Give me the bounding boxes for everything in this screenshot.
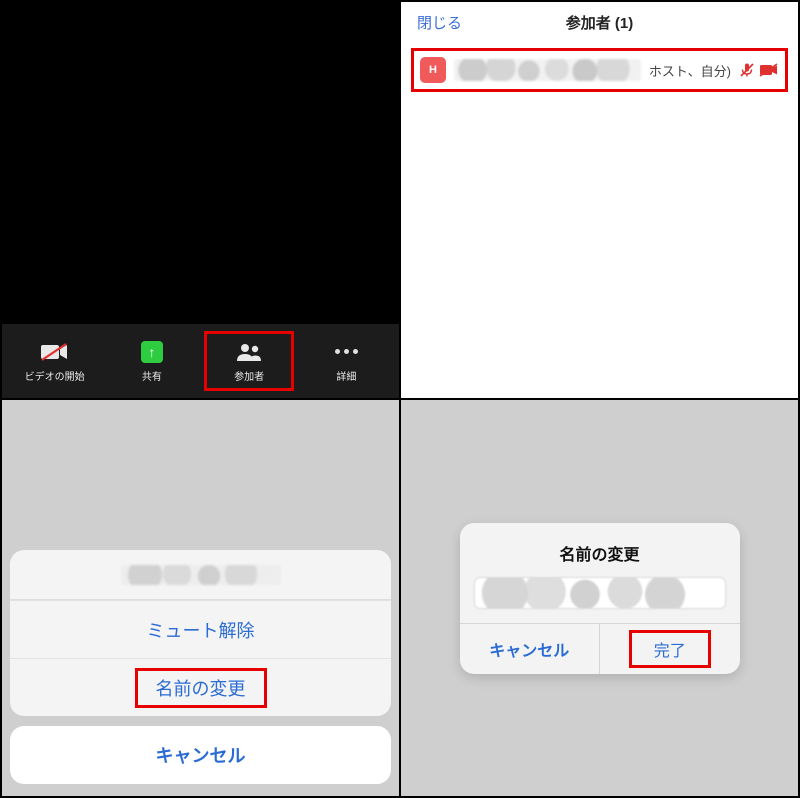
action-sheet-panel: ミュート解除 名前の変更 キャンセル bbox=[1, 399, 400, 797]
avatar: H bbox=[420, 57, 446, 83]
video-muted-icon bbox=[759, 63, 779, 77]
sheet-title-redacted bbox=[121, 565, 281, 585]
participant-row-highlight: H ホスト、自分) bbox=[411, 48, 788, 92]
cancel-label: キャンセル bbox=[156, 742, 246, 768]
action-sheet: ミュート解除 名前の変更 bbox=[10, 550, 391, 716]
mic-muted-icon bbox=[739, 62, 755, 78]
dialog-done-label: 完了 bbox=[629, 630, 711, 668]
rename-dialog: 名前の変更 キャンセル 完了 bbox=[460, 523, 740, 674]
share-icon: ↑ bbox=[141, 340, 163, 364]
rename-option[interactable]: 名前の変更 bbox=[10, 658, 391, 716]
participants-header: 閉じる 参加者 (1) bbox=[401, 2, 798, 42]
unmute-option[interactable]: ミュート解除 bbox=[10, 600, 391, 658]
share-button[interactable]: ↑ 共有 bbox=[107, 331, 197, 391]
more-button[interactable]: 詳細 bbox=[301, 331, 391, 391]
participant-row[interactable]: H ホスト、自分) bbox=[420, 57, 779, 83]
participant-role: ホスト、自分) bbox=[649, 61, 731, 80]
dialog-title: 名前の変更 bbox=[460, 523, 740, 577]
participants-title: 参加者 (1) bbox=[566, 12, 634, 33]
more-icon bbox=[335, 340, 358, 364]
participants-button[interactable]: 参加者 bbox=[204, 331, 294, 391]
start-video-label: ビデオの開始 bbox=[25, 368, 85, 383]
participants-icon bbox=[235, 340, 263, 364]
rename-label: 名前の変更 bbox=[135, 668, 267, 708]
video-off-icon bbox=[40, 340, 70, 364]
start-video-button[interactable]: ビデオの開始 bbox=[10, 331, 100, 391]
close-button[interactable]: 閉じる bbox=[417, 12, 462, 33]
unmute-label: ミュート解除 bbox=[147, 617, 255, 643]
participant-name-redacted bbox=[454, 59, 641, 81]
meeting-main-screen: ビデオの開始 ↑ 共有 参加者 bbox=[1, 1, 400, 399]
dialog-cancel-label: キャンセル bbox=[489, 637, 569, 661]
video-area bbox=[2, 2, 399, 324]
status-icons bbox=[739, 62, 779, 78]
bottom-toolbar: ビデオの開始 ↑ 共有 参加者 bbox=[2, 324, 399, 398]
dialog-done-button[interactable]: 完了 bbox=[599, 624, 740, 674]
more-label: 詳細 bbox=[336, 368, 356, 383]
participants-label: 参加者 bbox=[234, 368, 264, 383]
name-input[interactable] bbox=[474, 577, 726, 609]
rename-dialog-panel: 名前の変更 キャンセル 完了 bbox=[400, 399, 799, 797]
dialog-cancel-button[interactable]: キャンセル bbox=[460, 624, 600, 674]
share-label: 共有 bbox=[142, 368, 162, 383]
participants-panel: 閉じる 参加者 (1) H ホスト、自分) bbox=[400, 1, 799, 399]
cancel-button[interactable]: キャンセル bbox=[10, 726, 391, 784]
action-sheet-header bbox=[10, 550, 391, 600]
